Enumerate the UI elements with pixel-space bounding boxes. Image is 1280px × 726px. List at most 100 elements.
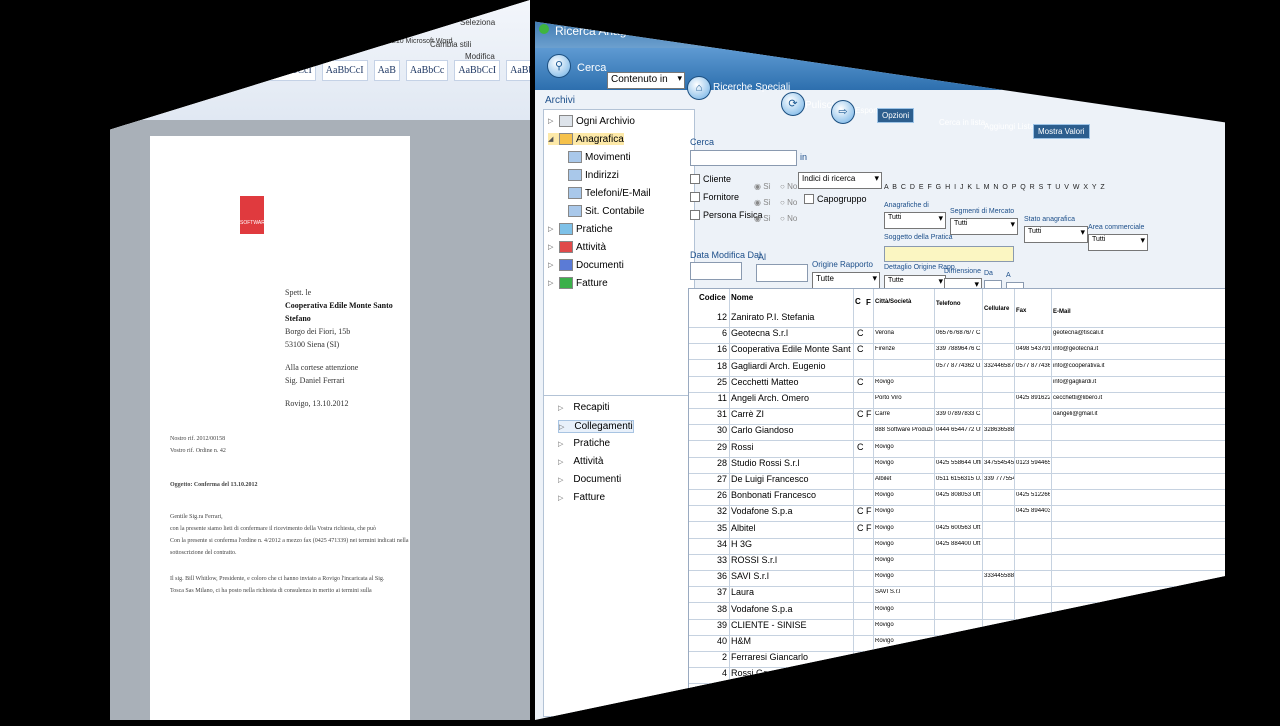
table-row[interactable]: 39 CLIENTE - SINISE Rovigo — [689, 619, 1225, 636]
col-telefono[interactable]: Telefono — [936, 301, 961, 307]
toolbar-home[interactable]: ⌂ Home — [820, 21, 842, 51]
segmenti-select[interactable]: Tutti — [950, 218, 1018, 235]
seleziona-button[interactable]: Seleziona — [460, 18, 495, 27]
style-normale[interactable]: AaBbCcI — [270, 60, 316, 81]
tree-indirizzi[interactable]: Indirizzi — [568, 169, 619, 181]
style-nessuna[interactable]: AaBbCcI — [321, 60, 368, 81]
style-sottotitolo[interactable]: AaBbCcI — [454, 60, 501, 81]
cell-nome: Carrè ZI — [731, 409, 765, 420]
toolbar-timesheet[interactable]: ◷ Time Sheet — [750, 21, 791, 43]
tree-movimenti[interactable]: Movimenti — [568, 151, 631, 163]
sostituisci-button[interactable]: Sostituisci — [460, 4, 496, 13]
table-row[interactable]: 34 H 3G Rovigo 0425 884400 Uff... — [689, 538, 1225, 555]
search-icon[interactable]: ⚲ — [547, 54, 571, 78]
data-al-input[interactable] — [756, 264, 808, 282]
col-citta[interactable]: Città/Società — [875, 299, 911, 305]
table-row[interactable]: 36 SAVI S.r.l Rovigo 333445588 — [689, 570, 1225, 588]
table-row[interactable]: 16 Cooperativa Edile Monte Santo Stefano C… — [689, 343, 1225, 361]
ricerche-speciali-button[interactable]: Ricerche Speciali — [713, 82, 790, 93]
table-row[interactable]: 18 Gagliardi Arch. Eugenio 0577 8774362 U.… — [689, 360, 1225, 377]
tree-pratiche[interactable]: ▷ Pratiche — [548, 223, 613, 235]
area-select[interactable]: Tutti — [1088, 234, 1148, 251]
col-f[interactable]: F — [866, 298, 871, 307]
table-row[interactable]: 33 ROSSI S.r.l Rovigo — [689, 554, 1225, 571]
table-row[interactable]: 28 Studio Rossi S.r.l Rovigo 0425 558644 Uf… — [689, 457, 1225, 474]
results-grid[interactable]: Codice Nome C F Città/Società Telefono C… — [688, 288, 1225, 710]
table-row[interactable]: 37 Laura SAVI S.r.l — [689, 586, 1225, 604]
fornitore-checkbox[interactable]: Fornitore — [690, 192, 739, 202]
table-row[interactable]: 6 Geotecna S.r.l C Verona 0657676876/7 C... g… — [689, 327, 1225, 345]
toolbar-contabilita[interactable]: ∑ Contabilità — [785, 21, 823, 47]
pulisci-button[interactable]: Pulisci — [805, 100, 834, 111]
tree-sit-contabile[interactable]: Sit. Contabile — [568, 205, 644, 217]
tree-anagrafica[interactable]: ◢ Anagrafica — [548, 133, 624, 145]
tree-attivita[interactable]: ▷ Attività — [548, 241, 606, 253]
persona-fisica-checkbox[interactable]: Persona Fisica — [690, 210, 763, 220]
link-pratiche[interactable]: Pratiche — [558, 438, 610, 449]
links-panel[interactable]: Recapiti Collegamenti Pratiche Attività … — [543, 395, 695, 717]
table-row[interactable]: 29 Rossi C Rovigo — [689, 441, 1225, 458]
table-row[interactable]: 4 Rossi Geom. Anna F Rovigo — [689, 667, 1225, 685]
opzioni-toggle[interactable]: Opzioni — [877, 108, 915, 123]
stato-select[interactable]: Tutti — [1024, 226, 1088, 243]
table-row[interactable]: 32 Vodafone S.p.a C F Rovigo 0425 894403 — [689, 505, 1225, 523]
fornitore-si-radio[interactable]: ◉ Sì — [754, 198, 771, 207]
table-row[interactable]: 30 Carlo Giandoso 888 Software Produzioni0… — [689, 424, 1225, 442]
alphabet-filter[interactable]: A B C D E F G H I J K L M N O P Q R S T … — [884, 184, 1106, 191]
document-page[interactable]: SOFTWARE Spett. le Cooperativa Edile Mon… — [150, 136, 410, 720]
anagrafiche-di-select[interactable]: Tutti — [884, 212, 946, 229]
link-documenti[interactable]: Documenti — [558, 474, 621, 485]
table-row[interactable]: 2 Ferraresi Giancarlo C F Rovigo 0425 785236 … — [689, 651, 1225, 669]
export-icon[interactable]: ⇨ — [831, 100, 855, 124]
tree-telefoni[interactable]: Telefoni/E-Mail — [568, 187, 651, 199]
search-mode-select[interactable]: Contenuto in — [607, 72, 685, 89]
cerca-input[interactable] — [690, 150, 797, 166]
table-row[interactable]: 40 H&M Rovigo 0425 126397 Uff...3224587412 — [689, 635, 1225, 652]
toolbar-help[interactable]: ? Help — [943, 38, 965, 69]
toolbar-biblioteca[interactable]: ◆ Biblioteca — [675, 21, 710, 35]
persona-si-radio[interactable]: ◉ Sì — [754, 214, 771, 223]
table-row[interactable]: 35 Albitel C F Rovigo 0425 600563 Uff... — [689, 522, 1225, 539]
styles-gallery[interactable]: AaBbCcI AaBbCcI AaB AaBbCc AaBbCcI AaBbC… — [270, 60, 530, 81]
origine-select[interactable]: Tutte — [812, 272, 880, 289]
special-search-icon[interactable]: ⌂ — [687, 76, 711, 100]
link-fatture[interactable]: Fatture — [558, 492, 605, 503]
menu-ricerche[interactable]: Ricerche — [595, 6, 627, 15]
toolbar-impegno[interactable]: ▮ Impegno — [717, 21, 748, 39]
table-row[interactable]: 27 De Luigi Francesco Albilet 0511 6156315 … — [689, 473, 1225, 490]
cliente-checkbox[interactable]: Cliente — [690, 174, 731, 184]
col-codice[interactable]: Codice — [699, 293, 726, 302]
table-row[interactable]: 31 Carrè ZI C F Carrè 339 07897833 C... oangel… — [689, 408, 1225, 426]
table-row[interactable]: 38 Vodafone S.p.a Rovigo — [689, 603, 1225, 620]
menu-nuovi[interactable]: Nuovi Ricor... — [555, 2, 603, 11]
table-row[interactable]: 12 Zanirato P.I. Stefania — [689, 311, 1225, 328]
col-nome[interactable]: Nome — [731, 293, 753, 302]
link-collegamenti[interactable]: Collegamenti — [558, 420, 634, 433]
table-row[interactable]: 25 Cecchetti Matteo C Rovigo info@gagliardi.… — [689, 376, 1225, 393]
toolbar-ramo[interactable]: ↳ Ramo — [917, 34, 939, 65]
archive-tree[interactable]: ▷ Ogni Archivio ◢ Anagrafica Movimenti Ind… — [543, 109, 695, 401]
style-titolo1[interactable]: AaBbCc — [405, 60, 449, 81]
indici-select[interactable]: Indici di ricerca — [798, 172, 882, 189]
toolbar-cancella[interactable]: − Cancella — [887, 30, 918, 61]
table-row[interactable]: 26 Bonbonati Francesco Rovigo 0425 808053 U… — [689, 489, 1225, 507]
tree-documenti[interactable]: ▷ Documenti — [548, 259, 624, 271]
tree-ogni-archivio[interactable]: ▷ Ogni Archivio — [548, 115, 635, 127]
clear-icon[interactable]: ⟳ — [781, 92, 805, 116]
cliente-si-radio[interactable]: ◉ Sì — [754, 182, 771, 191]
toolbar-aggiungi[interactable]: + Aggiungi — [857, 26, 888, 57]
data-dal-input[interactable] — [690, 262, 742, 280]
link-recapiti[interactable]: Recapiti — [558, 402, 609, 413]
persona-no-radio[interactable]: ○ No — [780, 214, 797, 223]
link-attivita[interactable]: Attività — [558, 456, 603, 467]
style-titolo[interactable]: AaB — [373, 60, 400, 81]
fornitore-no-radio[interactable]: ○ No — [780, 198, 797, 207]
capogruppo-checkbox[interactable]: Capogruppo — [804, 194, 867, 204]
table-row[interactable]: 11 Angeli Arch. Omero Porto Viro 0425 89162… — [689, 392, 1225, 409]
col-c[interactable]: C — [855, 297, 861, 306]
soggetto-input[interactable] — [884, 246, 1014, 262]
tree-fatture[interactable]: ▷ Fatture — [548, 277, 608, 289]
toolbar-agenda[interactable]: ▦ Agenda — [640, 21, 668, 33]
cambia-stili-button[interactable]: Cambia stili — [430, 40, 471, 49]
cliente-no-radio[interactable]: ○ No — [780, 182, 797, 191]
